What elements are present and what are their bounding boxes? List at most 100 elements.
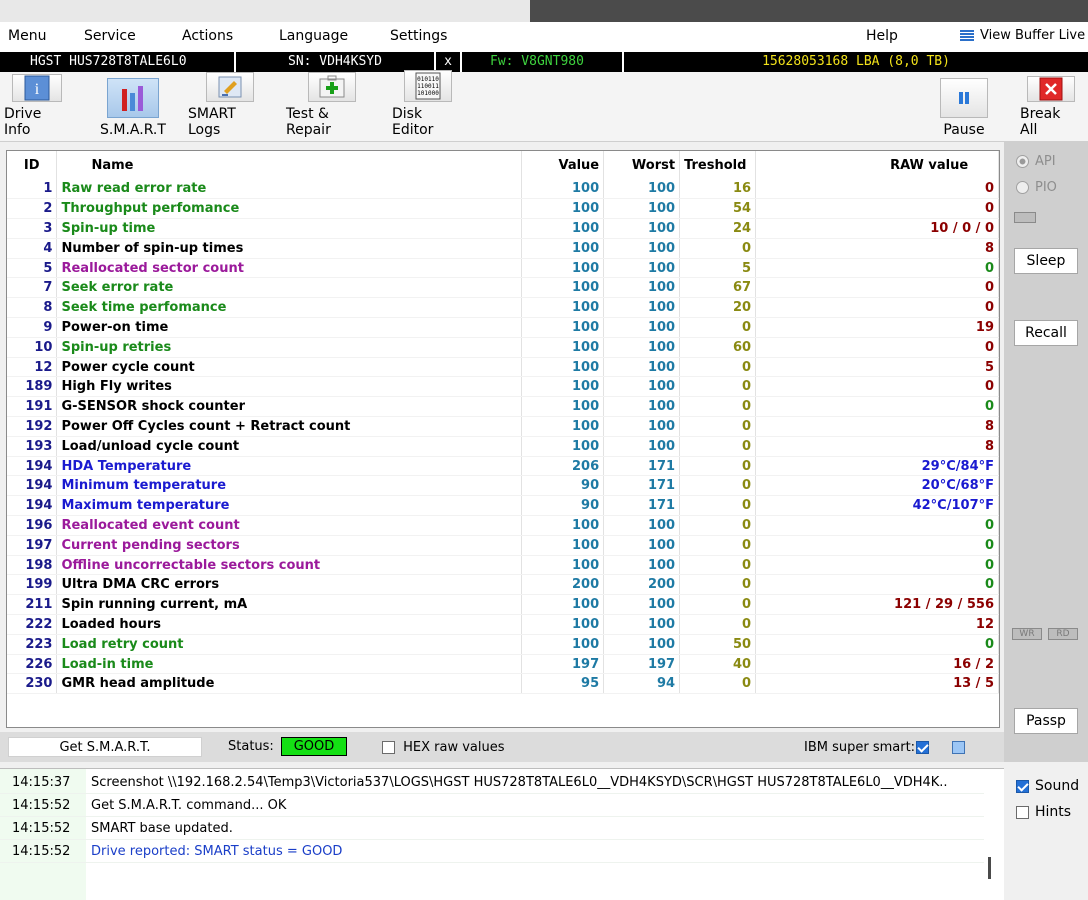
attribute-id: 197 — [7, 535, 58, 556]
header-worst[interactable]: Worst — [603, 151, 681, 179]
header-id[interactable]: ID — [7, 151, 58, 179]
break-all-button[interactable]: Break All — [1020, 76, 1082, 138]
log-entry: 14:15:52 Drive reported: SMART status = G… — [0, 840, 984, 863]
table-row[interactable]: 194 Maximum temperature 90 171 0 42°C/107°F — [7, 495, 999, 517]
table-row[interactable]: 198 Offline uncorrectable sectors count 10… — [7, 555, 999, 576]
table-row[interactable]: 193 Load/unload cycle count 100 100 0 8 — [7, 436, 999, 457]
table-row[interactable]: 2 Throughput perfomance 100 100 54 0 — [7, 198, 999, 220]
table-row[interactable]: 3 Spin-up time 100 100 24 10 / 0 / 0 — [7, 218, 999, 239]
api-radio[interactable]: API — [1016, 154, 1056, 169]
menu-item-language[interactable]: Language — [279, 28, 348, 44]
ibm-super-smart-checkbox[interactable] — [916, 741, 929, 754]
table-row[interactable]: 211 Spin running current, mA 100 100 0 121 / … — [7, 594, 999, 616]
table-row[interactable]: 10 Spin-up retries 100 100 60 0 — [7, 337, 999, 358]
sleep-button[interactable]: Sleep — [1014, 248, 1078, 274]
attribute-threshold: 0 — [679, 376, 757, 398]
attribute-name: Loaded hours — [56, 614, 523, 635]
attribute-threshold: 0 — [679, 357, 757, 378]
smart-attributes-grid[interactable]: ID Name Value Worst Treshold RAW value 1… — [6, 150, 1000, 728]
attribute-worst: 171 — [603, 495, 681, 517]
table-row[interactable]: 192 Power Off Cycles count + Retract coun… — [7, 416, 999, 437]
attribute-worst: 100 — [603, 277, 681, 299]
log-scrollbar[interactable] — [988, 857, 991, 879]
attribute-worst: 171 — [603, 456, 681, 477]
attribute-name: Offline uncorrectable sectors count — [56, 555, 523, 576]
hints-checkbox[interactable]: Hints — [1016, 804, 1071, 820]
attribute-name: Ultra DMA CRC errors — [56, 574, 523, 596]
table-row[interactable]: 7 Seek error rate 100 100 67 0 — [7, 277, 999, 299]
menu-item-settings[interactable]: Settings — [390, 28, 447, 44]
attribute-name: Spin running current, mA — [56, 594, 523, 616]
table-row[interactable]: 1 Raw read error rate 100 100 16 0 — [7, 179, 999, 200]
sound-checkbox[interactable]: Sound — [1016, 778, 1079, 794]
pio-radio-circle — [1016, 181, 1029, 194]
log-time: 14:15:37 — [12, 775, 71, 790]
get-smart-button[interactable]: Get S.M.A.R.T. — [8, 737, 202, 757]
attribute-threshold: 0 — [679, 535, 757, 556]
attribute-worst: 100 — [603, 337, 681, 358]
table-row[interactable]: 194 HDA Temperature 206 171 0 29°C/84°F — [7, 456, 999, 477]
api-label: API — [1035, 154, 1056, 169]
ibm-super-smart-label: IBM super smart: — [804, 740, 916, 755]
header-name[interactable]: Name — [56, 151, 523, 179]
table-row[interactable]: 194 Minimum temperature 90 171 0 20°C/68°F — [7, 475, 999, 497]
pause-button[interactable]: Pause — [936, 76, 992, 138]
recall-button[interactable]: Recall — [1014, 320, 1078, 346]
drive-info-button[interactable]: i Drive Info — [4, 74, 70, 138]
test-repair-button[interactable]: Test & Repair — [286, 72, 378, 138]
menu-item-service[interactable]: Service — [84, 28, 136, 44]
attribute-worst: 94 — [603, 673, 681, 695]
hints-label: Hints — [1035, 804, 1072, 820]
menu-item-help[interactable]: Help — [866, 28, 898, 44]
table-row[interactable]: 197 Current pending sectors 100 100 0 0 — [7, 535, 999, 556]
attribute-id: 194 — [7, 456, 58, 477]
attribute-raw: 0 — [755, 258, 999, 279]
header-threshold[interactable]: Treshold — [679, 151, 757, 179]
attribute-raw: 8 — [755, 416, 999, 437]
grid-header-row: ID Name Value Worst Treshold RAW value — [7, 151, 999, 179]
attribute-id: 211 — [7, 594, 58, 616]
table-row[interactable]: 226 Load-in time 197 197 40 16 / 2 — [7, 654, 999, 675]
table-row[interactable]: 8 Seek time perfomance 100 100 20 0 — [7, 297, 999, 319]
attribute-raw: 29°C/84°F — [755, 456, 999, 477]
table-row[interactable]: 12 Power cycle count 100 100 0 5 — [7, 357, 999, 378]
table-row[interactable]: 230 GMR head amplitude 95 94 0 13 / 5 — [7, 673, 999, 695]
table-row[interactable]: 5 Reallocated sector count 100 100 5 0 — [7, 258, 999, 279]
attribute-worst: 100 — [603, 634, 681, 655]
pio-radio[interactable]: PIO — [1016, 180, 1057, 195]
table-row[interactable]: 196 Reallocated event count 100 100 0 0 — [7, 515, 999, 536]
log-panel[interactable]: 14:15:37 Screenshot \\192.168.2.54\Temp3\… — [0, 768, 1004, 900]
header-value[interactable]: Value — [521, 151, 605, 179]
table-row[interactable]: 222 Loaded hours 100 100 0 12 — [7, 614, 999, 635]
attribute-name: Current pending sectors — [56, 535, 523, 556]
smart-button[interactable]: S.M.A.R.T — [98, 76, 168, 138]
attribute-value: 90 — [521, 495, 605, 517]
table-row[interactable]: 191 G-SENSOR shock counter 100 100 0 0 — [7, 396, 999, 418]
attribute-name: High Fly writes — [56, 376, 523, 398]
close-drive-button[interactable]: x — [436, 52, 462, 72]
view-buffer-live-button[interactable]: View Buffer Live — [960, 28, 1085, 43]
break-all-label: Break All — [1020, 106, 1061, 138]
smart-logs-button[interactable]: SMART Logs — [188, 72, 272, 138]
attribute-value: 100 — [521, 277, 605, 299]
attribute-threshold: 0 — [679, 614, 757, 635]
attribute-name: Seek error rate — [56, 277, 523, 299]
header-raw[interactable]: RAW value — [755, 151, 999, 179]
table-row[interactable]: 9 Power-on time 100 100 0 19 — [7, 317, 999, 338]
table-row[interactable]: 199 Ultra DMA CRC errors 200 200 0 0 — [7, 574, 999, 596]
disk-editor-button[interactable]: 010110 110011 101000 Disk Editor — [392, 70, 464, 138]
attribute-name: Reallocated event count — [56, 515, 523, 536]
table-row[interactable]: 4 Number of spin-up times 100 100 0 8 — [7, 238, 999, 259]
close-icon — [1027, 76, 1075, 102]
table-row[interactable]: 189 High Fly writes 100 100 0 0 — [7, 376, 999, 398]
ibm-option-checkbox[interactable] — [952, 741, 965, 754]
passp-button[interactable]: Passp — [1014, 708, 1078, 734]
drive-model[interactable]: HGST HUS728T8TALE6L0 — [0, 52, 236, 72]
attribute-value: 100 — [521, 515, 605, 536]
indicator-box — [1014, 212, 1036, 223]
hex-raw-checkbox[interactable]: HEX raw values — [382, 740, 505, 755]
menu-item-actions[interactable]: Actions — [182, 28, 233, 44]
table-row[interactable]: 223 Load retry count 100 100 50 0 — [7, 634, 999, 655]
menu-item-menu[interactable]: Menu — [8, 28, 46, 44]
log-entry: 14:15:52 Get S.M.A.R.T. command... OK — [0, 794, 984, 817]
